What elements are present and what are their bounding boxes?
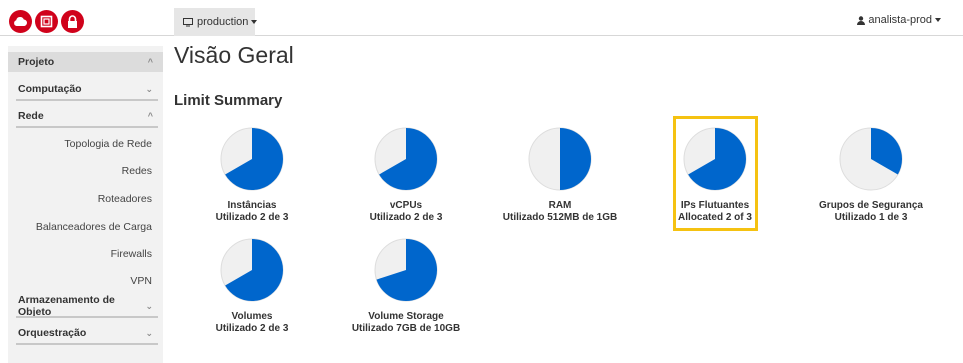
sidebar-armazenamento[interactable]: Armazenamento de Objeto ⌄: [8, 294, 163, 318]
sidebar-orquestracao[interactable]: Orquestração ⌄: [8, 325, 163, 341]
pie-chart: Instâncias Utilizado 2 de 3: [177, 126, 327, 224]
pie-label: vCPUs: [389, 200, 423, 211]
project-label: production: [197, 16, 249, 28]
pie-svg: [374, 238, 438, 302]
logo[interactable]: [9, 8, 86, 35]
divider: [16, 316, 158, 318]
chevron-down-icon: ⌄: [145, 83, 153, 94]
sidebar-computacao-label: Computação: [18, 83, 82, 95]
caret-down-icon: [251, 20, 258, 24]
chevron-down-icon: ⌄: [145, 300, 153, 311]
user-icon: [857, 15, 866, 25]
section-title: Limit Summary: [174, 92, 283, 109]
pie-svg: [839, 127, 903, 191]
pie-usage-label: Allocated 2 of 3: [678, 212, 752, 223]
pie-usage-label: Utilizado 1 de 3: [834, 212, 908, 223]
sidebar-computacao[interactable]: Computação ⌄: [8, 81, 163, 97]
divider: [16, 343, 158, 345]
user-label: analista-prod: [868, 14, 932, 26]
chevron-up-icon: ^: [147, 111, 153, 121]
sidebar-armazenamento-label: Armazenamento de Objeto: [18, 294, 115, 318]
pie-svg: [374, 127, 438, 191]
pie-chart: IPs Flutuantes Allocated 2 of 3: [640, 126, 790, 224]
pie-label: Instâncias: [227, 200, 277, 211]
sidebar-rede-label: Rede: [18, 110, 44, 122]
pie-svg: [220, 127, 284, 191]
top-navbar: production analista-prod: [0, 0, 963, 36]
sidebar-item-redes[interactable]: Redes: [8, 165, 163, 177]
page-title: Visão Geral: [174, 42, 294, 68]
sidebar-item-topologia[interactable]: Topologia de Rede: [8, 138, 163, 150]
pie-svg: [683, 127, 747, 191]
sidebar-item-label: VPN: [130, 275, 152, 287]
sidebar-projeto[interactable]: Projeto ^: [8, 52, 163, 72]
pie-usage-label: Utilizado 2 de 3: [215, 323, 289, 334]
user-dropdown[interactable]: analista-prod: [857, 14, 941, 26]
sidebar-item-label: Topologia de Rede: [64, 138, 152, 150]
sidebar-item-label: Balanceadores de Carga: [35, 221, 152, 233]
pie-svg: [528, 127, 592, 191]
project-dropdown[interactable]: production: [174, 8, 258, 36]
pie-label: Volumes: [231, 311, 273, 322]
chevron-up-icon: ^: [147, 57, 153, 67]
server-icon: [35, 10, 58, 33]
pie-label: RAM: [548, 200, 572, 211]
sidebar-projeto-label: Projeto: [18, 56, 55, 68]
pie-label: Volume Storage: [368, 311, 444, 322]
sidebar-item-roteadores[interactable]: Roteadores: [8, 193, 163, 205]
pie-chart: Grupos de Segurança Utilizado 1 de 3: [796, 126, 946, 224]
pie-used-slice: [560, 128, 591, 190]
lock-icon: [61, 10, 84, 33]
pie-chart: RAM Utilizado 512MB de 1GB: [485, 126, 635, 224]
pie-svg: [220, 238, 284, 302]
cloud-icon: [9, 10, 32, 33]
pie-label: Grupos de Segurança: [819, 200, 923, 211]
pie-label: IPs Flutuantes: [680, 200, 750, 211]
chevron-down-icon: ⌄: [145, 327, 153, 338]
sidebar: Projeto ^ Computação ⌄ Rede ^ Topologia …: [8, 46, 163, 363]
sidebar-item-balanceadores[interactable]: Balanceadores de Carga: [8, 221, 163, 233]
pie-usage-label: Utilizado 2 de 3: [215, 212, 289, 223]
sidebar-item-firewalls[interactable]: Firewalls: [8, 248, 163, 260]
sidebar-item-label: Roteadores: [97, 193, 152, 205]
sidebar-item-vpn[interactable]: VPN: [8, 275, 163, 287]
pie-usage-label: Utilizado 2 de 3: [369, 212, 443, 223]
sidebar-rede[interactable]: Rede ^: [8, 108, 163, 124]
sidebar-item-label: Redes: [121, 165, 152, 177]
divider: [16, 99, 158, 101]
divider: [16, 126, 158, 128]
pie-chart: Volume Storage Utilizado 7GB de 10GB: [331, 237, 481, 335]
pie-usage-label: Utilizado 512MB de 1GB: [502, 212, 618, 223]
caret-down-icon: [935, 18, 941, 22]
monitor-icon: [183, 17, 193, 27]
pie-chart: Volumes Utilizado 2 de 3: [177, 237, 327, 335]
sidebar-orquestracao-label: Orquestração: [18, 327, 87, 339]
sidebar-item-label: Firewalls: [110, 248, 152, 260]
pie-chart: vCPUs Utilizado 2 de 3: [331, 126, 481, 224]
pie-usage-label: Utilizado 7GB de 10GB: [351, 323, 461, 334]
